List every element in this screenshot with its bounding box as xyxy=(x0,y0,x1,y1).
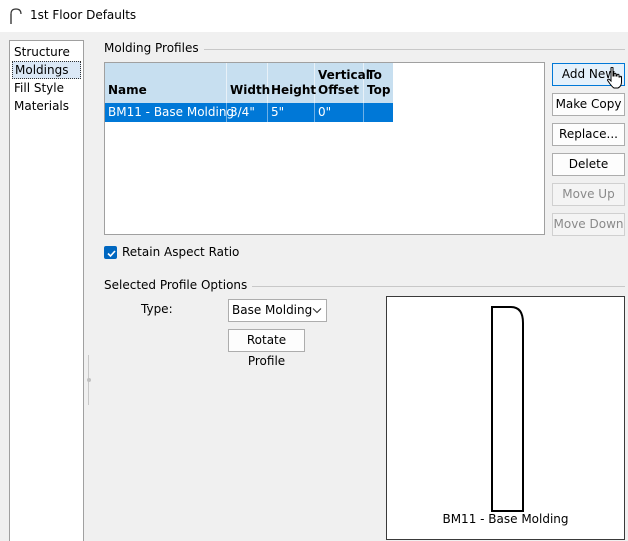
preview-caption: BM11 - Base Molding xyxy=(442,512,569,526)
type-label: Type: xyxy=(141,302,173,316)
molding-profiles-list[interactable]: Name Width Height Vertical Offset To Top… xyxy=(104,62,545,235)
rotate-profile-button[interactable]: Rotate Profile xyxy=(228,329,305,368)
table-row[interactable]: BM11 - Base Molding 3/4" 5" 0" xyxy=(105,103,393,122)
arch-icon xyxy=(10,8,22,24)
selected-profile-options-title: Selected Profile Options xyxy=(104,278,253,292)
move-down-button[interactable]: Move Down xyxy=(552,213,625,236)
cell-width: 3/4" xyxy=(227,103,268,122)
column-header-to-top[interactable]: To Top xyxy=(364,63,393,103)
make-copy-button[interactable]: Make Copy xyxy=(552,93,625,116)
mouse-pointer-icon xyxy=(607,67,622,89)
cell-name: BM11 - Base Molding xyxy=(105,103,234,122)
retain-aspect-ratio-label[interactable]: Retain Aspect Ratio xyxy=(122,245,239,259)
column-header-width[interactable]: Width xyxy=(227,63,270,103)
column-header-name[interactable]: Name xyxy=(105,63,227,103)
column-header-height[interactable]: Height xyxy=(268,63,316,103)
splitter-grip xyxy=(87,378,91,382)
retain-aspect-ratio-checkbox[interactable] xyxy=(104,246,117,259)
category-fill-style[interactable]: Fill Style xyxy=(12,79,81,97)
column-header-vertical-offset[interactable]: Vertical Offset xyxy=(315,63,370,103)
profile-preview: BM11 - Base Molding xyxy=(386,296,625,540)
list-header: Name Width Height Vertical Offset To Top xyxy=(105,63,393,103)
type-select-value: Base Molding xyxy=(232,303,313,317)
checkmark-icon xyxy=(107,250,116,258)
chevron-down-icon xyxy=(312,308,322,314)
category-materials[interactable]: Materials xyxy=(12,97,81,115)
window-title: 1st Floor Defaults xyxy=(30,8,137,22)
delete-button[interactable]: Delete xyxy=(552,153,625,176)
type-select[interactable]: Base Molding xyxy=(228,299,327,322)
molding-profile-shape xyxy=(491,306,524,512)
cell-height: 5" xyxy=(268,103,315,122)
molding-profiles-title: Molding Profiles xyxy=(104,41,204,55)
category-structure[interactable]: Structure xyxy=(12,43,81,61)
title-bar: 1st Floor Defaults xyxy=(0,0,628,32)
cell-to-top xyxy=(364,103,393,122)
category-list[interactable]: Structure Moldings Fill Style Materials xyxy=(9,40,84,541)
replace-button[interactable]: Replace... xyxy=(552,123,625,146)
category-moldings[interactable]: Moldings xyxy=(12,61,81,79)
cell-vertical-offset: 0" xyxy=(315,103,364,122)
move-up-button[interactable]: Move Up xyxy=(552,183,625,206)
